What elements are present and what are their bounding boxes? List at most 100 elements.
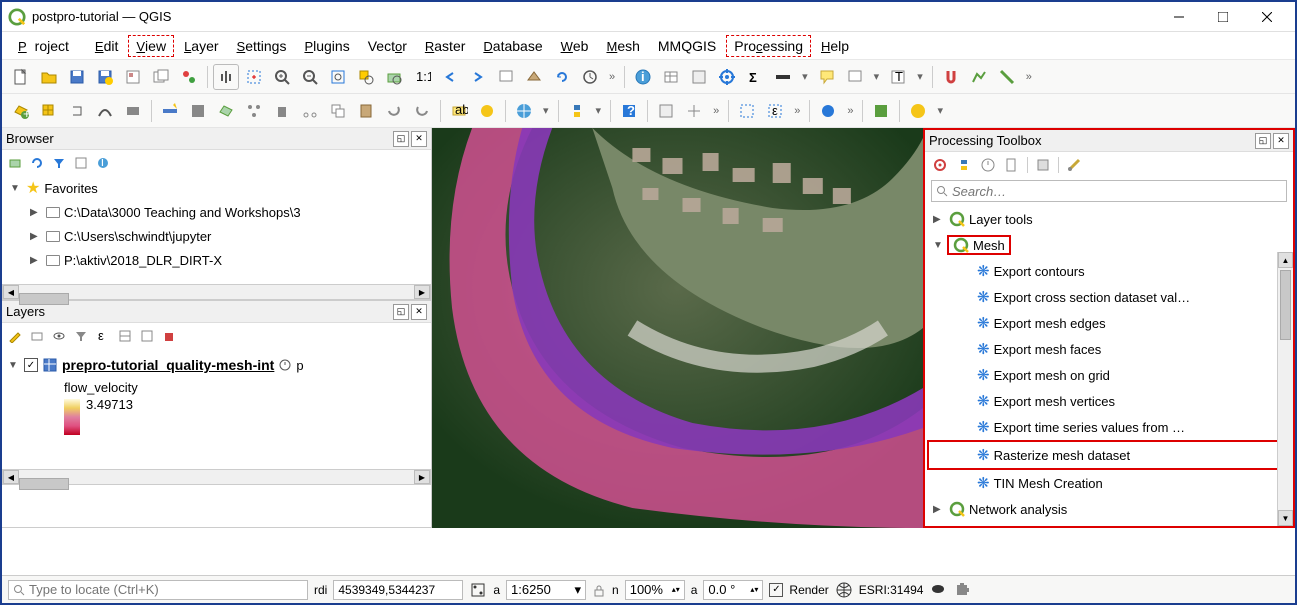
rotation-field[interactable]: 0.0 °▴▾ <box>703 580 763 600</box>
browser-item[interactable]: ▶P:\aktiv\2018_DLR_DIRT-X <box>10 248 431 272</box>
layers-close-button[interactable]: ✕ <box>411 304 427 320</box>
layer-group-icon[interactable] <box>28 327 46 345</box>
help-icon[interactable]: ? <box>616 98 642 124</box>
processing-search-input[interactable] <box>952 184 1282 199</box>
menu-edit[interactable]: Edit <box>87 35 126 57</box>
layer-style-icon[interactable] <box>6 327 24 345</box>
toolbar-overflow[interactable]: » <box>605 71 619 83</box>
zoom-layer-icon[interactable] <box>381 64 407 90</box>
open-project-icon[interactable] <box>36 64 62 90</box>
select-icon[interactable] <box>734 98 760 124</box>
extent-icon[interactable] <box>469 581 487 599</box>
undo-icon[interactable] <box>381 98 407 124</box>
coord-field[interactable]: 4539349,5344237 <box>333 580 463 600</box>
options-icon[interactable] <box>1065 156 1083 174</box>
new-geopackage-icon[interactable] <box>92 98 118 124</box>
tracing-icon[interactable] <box>966 64 992 90</box>
redo-icon[interactable] <box>409 98 435 124</box>
new-3d-view-icon[interactable] <box>521 64 547 90</box>
crs-icon[interactable] <box>835 581 853 599</box>
menu-mmqgis[interactable]: MMQGIS <box>650 35 724 57</box>
save-icon[interactable] <box>64 64 90 90</box>
web-icon[interactable] <box>511 98 537 124</box>
alg-export-mesh-edges[interactable]: ❋Export mesh edges <box>929 310 1289 336</box>
processing-icon[interactable] <box>714 64 740 90</box>
browser-close-button[interactable]: ✕ <box>411 131 427 147</box>
alg-export-mesh-on-grid[interactable]: ❋Export mesh on grid <box>929 362 1289 388</box>
refresh-icon[interactable] <box>549 64 575 90</box>
toolbar-overflow-2[interactable]: » <box>1022 71 1036 83</box>
menu-web[interactable]: Web <box>553 35 597 57</box>
layers-float-button[interactable]: ◱ <box>393 304 409 320</box>
expand-all-icon[interactable] <box>116 327 134 345</box>
zoom-next-icon[interactable] <box>465 64 491 90</box>
locator-input[interactable] <box>29 582 303 597</box>
collapse-all-icon[interactable] <box>72 154 90 172</box>
menu-plugins[interactable]: Plugins <box>296 35 357 57</box>
maptips-icon[interactable] <box>814 64 840 90</box>
plugin3-icon[interactable] <box>905 98 931 124</box>
scale-field[interactable]: 1:6250▾ <box>506 580 586 600</box>
snapping-icon[interactable] <box>938 64 964 90</box>
add-feature-icon[interactable] <box>213 98 239 124</box>
browser-tree[interactable]: ▼★Favorites ▶C:\Data\3000 Teaching and W… <box>2 176 431 284</box>
pan-selection-icon[interactable] <box>241 64 267 90</box>
new-shapefile-icon[interactable] <box>64 98 90 124</box>
layers-hscroll[interactable]: ◀▶ <box>2 469 431 485</box>
results-icon[interactable] <box>1034 156 1052 174</box>
close-button[interactable] <box>1245 3 1289 31</box>
mesh-contour-icon[interactable] <box>653 98 679 124</box>
annotation-icon[interactable] <box>842 64 868 90</box>
new-memory-icon[interactable] <box>120 98 146 124</box>
alg-tin-mesh-creation[interactable]: ❋TIN Mesh Creation <box>929 470 1289 496</box>
processing-search[interactable] <box>931 180 1287 202</box>
browser-props-icon[interactable]: i <box>94 154 112 172</box>
python-icon[interactable] <box>564 98 590 124</box>
menu-vector[interactable]: Vector <box>360 35 415 57</box>
menu-help[interactable]: Help <box>813 35 857 57</box>
map-canvas[interactable] <box>432 128 923 528</box>
menu-layer[interactable]: Layer <box>176 35 226 57</box>
menu-database[interactable]: Database <box>475 35 550 57</box>
processing-tree[interactable]: ▶Layer tools ▼Mesh ❋Export contours ❋Exp… <box>925 204 1293 526</box>
add-layer-icon[interactable] <box>6 154 24 172</box>
alg-export-mesh-vertices[interactable]: ❋Export mesh vertices <box>929 388 1289 414</box>
alg-export-cross-section[interactable]: ❋Export cross section dataset val… <box>929 284 1289 310</box>
field-calc-icon[interactable] <box>686 64 712 90</box>
alg-export-contours[interactable]: ❋Export contours <box>929 258 1289 284</box>
delete-selected-icon[interactable] <box>269 98 295 124</box>
zoom-out-icon[interactable] <box>297 64 323 90</box>
layer-item[interactable]: ▼ ✓ prepro-tutorial_quality-mesh-int p <box>8 353 425 377</box>
alg-export-mesh-faces[interactable]: ❋Export mesh faces <box>929 336 1289 362</box>
refresh-browser-icon[interactable] <box>28 154 46 172</box>
browser-item[interactable]: ▶C:\Data\3000 Teaching and Workshops\3 <box>10 200 431 224</box>
zoom-native-icon[interactable]: 1:1 <box>409 64 435 90</box>
layer-visibility-checkbox[interactable]: ✓ <box>24 358 38 372</box>
browser-hscroll[interactable]: ◀▶ <box>2 284 431 300</box>
remove-layer-icon[interactable] <box>160 327 178 345</box>
group-network-analysis[interactable]: ▶Network analysis <box>929 496 1289 522</box>
layers-tree[interactable]: ▼ ✓ prepro-tutorial_quality-mesh-int p f… <box>2 349 431 469</box>
model-icon[interactable] <box>931 156 949 174</box>
menu-processing[interactable]: Processing <box>726 35 811 57</box>
zoom-full-icon[interactable] <box>325 64 351 90</box>
alg-rasterize-mesh-dataset[interactable]: ❋Rasterize mesh dataset <box>929 442 1289 468</box>
mesh-vector-icon[interactable] <box>681 98 707 124</box>
cut-icon[interactable] <box>297 98 323 124</box>
pan-icon[interactable] <box>213 64 239 90</box>
browser-float-button[interactable]: ◱ <box>393 131 409 147</box>
diagram-icon[interactable] <box>474 98 500 124</box>
layout-manager-icon[interactable] <box>148 64 174 90</box>
save-edits-icon[interactable] <box>185 98 211 124</box>
menu-project[interactable]: Project <box>10 35 85 57</box>
add-vector-icon[interactable]: + <box>8 98 34 124</box>
select-expr-icon[interactable]: ε <box>762 98 788 124</box>
add-raster-icon[interactable] <box>36 98 62 124</box>
messages-icon[interactable] <box>929 581 947 599</box>
group-mesh[interactable]: ▼Mesh <box>929 232 1289 258</box>
filter-legend-icon[interactable] <box>72 327 90 345</box>
menu-settings[interactable]: Settings <box>229 35 295 57</box>
new-project-icon[interactable] <box>8 64 34 90</box>
processing-close-button[interactable]: ✕ <box>1273 133 1289 149</box>
temporal-icon[interactable] <box>577 64 603 90</box>
